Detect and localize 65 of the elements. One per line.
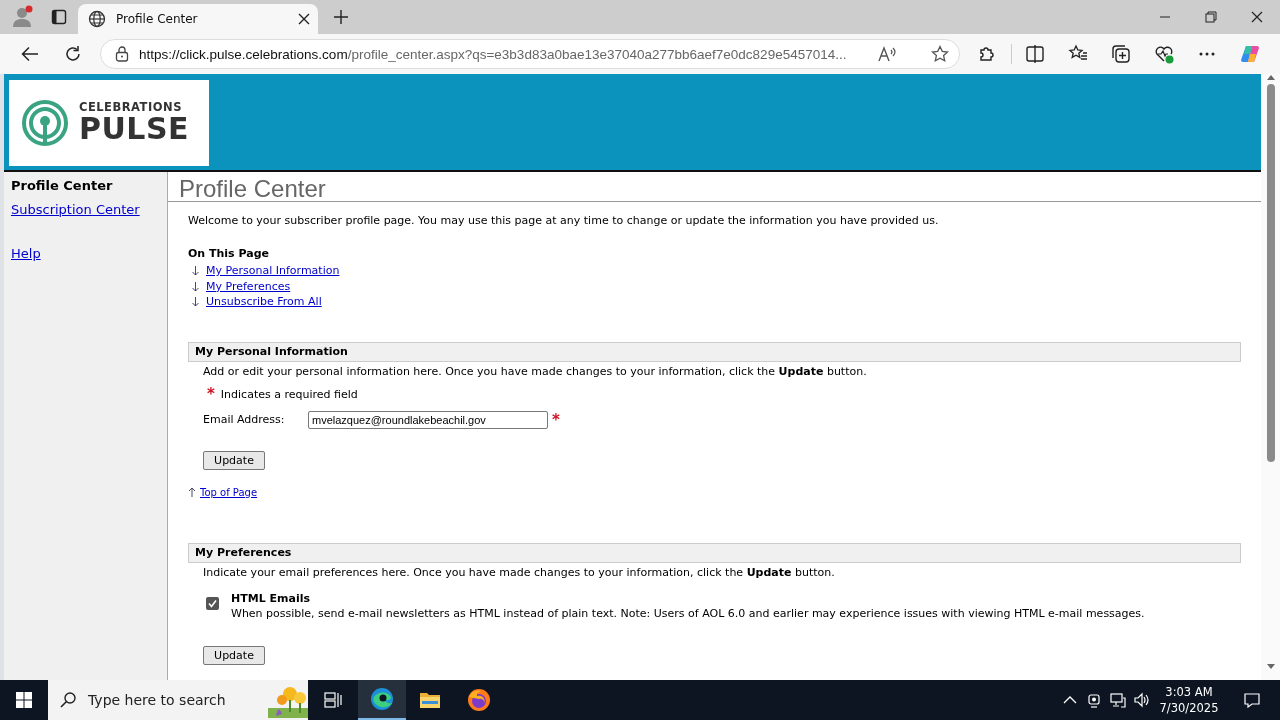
section-description: Add or edit your personal information here. Once you have made changes to your information, click the Update button. [203,364,868,378]
tab-actions-icon[interactable] [51,9,67,25]
tab-title: Profile Center [116,12,199,26]
clock[interactable]: 3:03 AM 7/30/2025 [1154,684,1224,716]
url-text: https://click.pulse.celebrations.com/profile_center.aspx?qs=e3b3d83a0bae13e37040a277bb6aef7e0dc829e5457014... [139,46,848,62]
folder-icon[interactable] [419,691,441,709]
down-arrow-icon [191,265,200,277]
restore-icon[interactable] [1205,11,1217,23]
search-box[interactable]: Type here to search [48,680,308,720]
new-tab-icon[interactable] [333,9,349,25]
update-button[interactable]: Update [203,645,265,665]
firefox-icon[interactable] [467,688,491,712]
browser-tab[interactable]: Profile Center [78,4,318,34]
address-bar[interactable]: https://click.pulse.celebrations.com/profile_center.aspx?qs=e3b3d83a0bae13e37040a277bb6aef7e0dc829e5457014... [100,39,961,69]
anchor-link[interactable]: My Personal Information [206,264,340,278]
field-label: Email Address: [203,413,286,426]
edge-browser-icon[interactable] [370,687,394,711]
network-icon[interactable] [1110,692,1126,708]
clock-date: 7/30/2025 [1159,700,1219,716]
sidebar-heading: Profile Center [11,178,113,195]
option-description: When possible, send e-mail newsletters as HTML instead of plain text. Note: Users of AOL 6.0 and earlier may experience issues with viewing HTML e-mail messages. [231,606,1145,620]
section-description: Indicate your email preferences here. Once you have made changes to your information, click the Update button. [203,565,836,579]
section-header: My Preferences [188,542,1241,563]
email-field[interactable]: mvelazquez@roundlakebeachil.gov [308,410,548,429]
required-mark: * [207,389,215,399]
collections-icon[interactable] [1111,44,1132,64]
lock-icon [115,46,130,62]
signal-rings-icon [21,99,69,147]
intro-text: Welcome to your subscriber profile page. You may use this page at any time to change or update the information you have provided us. [188,214,940,227]
volume-icon[interactable] [1134,692,1150,708]
close-icon[interactable] [298,13,310,25]
read-aloud-icon[interactable] [877,45,898,63]
star-icon[interactable] [931,45,950,63]
down-arrow-icon [191,280,200,292]
copilot-icon[interactable] [1240,44,1261,64]
sidebar-link[interactable]: Help [11,246,41,268]
refresh-icon[interactable] [63,45,82,63]
option-label: HTML Emails [231,591,311,605]
back-icon[interactable] [20,46,39,62]
section-header: My Personal Information [188,341,1241,362]
update-button[interactable]: Update [203,450,265,470]
scroll-down-icon[interactable] [1266,664,1275,670]
windows-start-icon[interactable] [16,692,32,708]
anchor-link[interactable]: Unsubscribe From All [206,295,322,309]
anchor-link[interactable]: My Preferences [206,279,291,293]
sidebar-link[interactable]: Subscription Center [11,202,140,224]
heartbeat-icon[interactable] [1154,44,1175,64]
required-mark: * [552,414,560,425]
down-arrow-icon [191,296,200,308]
close-window-icon[interactable] [1251,11,1263,23]
section-heading: On This Page [188,247,271,260]
logo: CELEBRATIONS PULSE [9,80,209,166]
up-arrow-icon [188,487,196,497]
profile-avatar-icon[interactable] [10,5,34,29]
webcam-icon[interactable] [1086,692,1102,708]
split-screen-icon[interactable] [1025,44,1046,64]
top-of-page-link[interactable]: Top of Page [200,486,258,498]
globe-icon [88,10,106,28]
checkbox[interactable] [206,596,219,610]
search-icon [60,692,76,708]
task-view-icon[interactable] [324,692,342,708]
required-note: Indicates a required field [220,387,358,401]
page-title: Profile Center [168,172,1261,202]
clock-time: 3:03 AM [1165,684,1213,700]
notification-icon[interactable] [1244,692,1260,708]
